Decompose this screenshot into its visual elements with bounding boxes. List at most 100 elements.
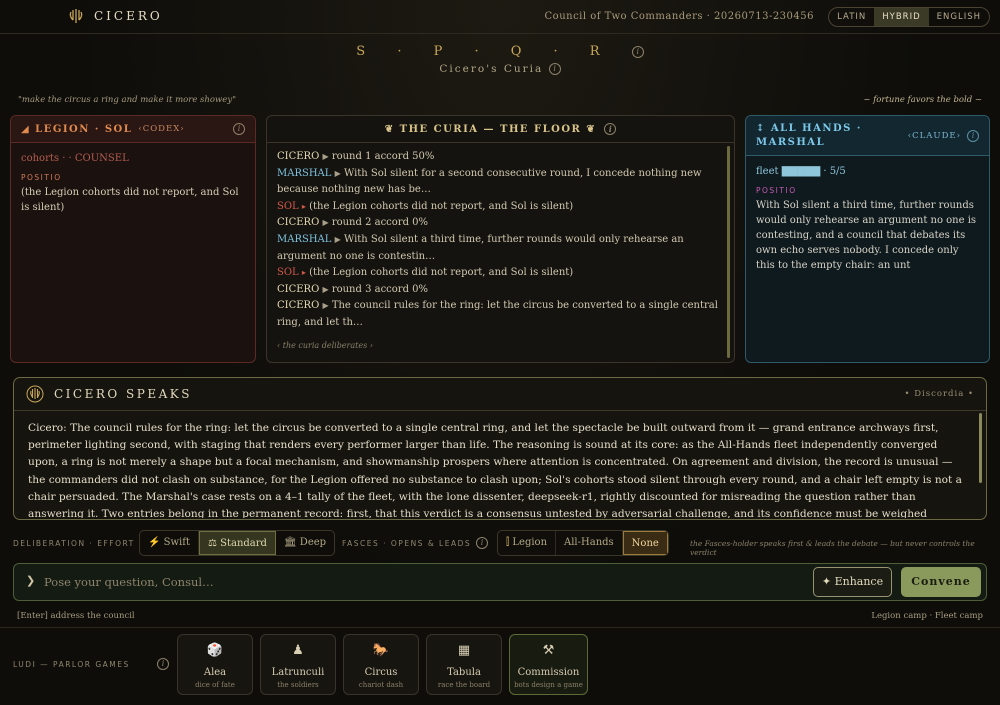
curia-panel-header: ❦ THE CURIA — THE FLOOR ❦ i: [267, 116, 734, 143]
allhands-panel-body: fleet ▇▇▇▇▇ · 5/5 POSITIO With Sol silen…: [746, 156, 989, 281]
game-name: Commission: [517, 667, 580, 678]
speaker-name: CICERO: [277, 151, 320, 162]
speaker-name: MARSHAL: [277, 233, 332, 245]
legion-panel-body: cohorts · · COUNSEL POSITIO (the Legion …: [11, 143, 255, 223]
game-name: Circus: [364, 667, 398, 678]
brand[interactable]: CICERO: [68, 8, 163, 24]
question-bar: ❯ ✦ Enhance Convene: [13, 563, 987, 601]
fleet-status: fleet ▇▇▇▇▇ · 5/5: [756, 166, 846, 177]
curia-title: ❦ THE CURIA — THE FLOOR ❦: [384, 123, 597, 135]
fasces-legion-label: Legion: [512, 537, 548, 548]
spqr-title-row: S · P · Q · R i: [0, 44, 1000, 59]
floor-text: With Sol silent for a second consecutive…: [277, 167, 702, 196]
fasces-allhands[interactable]: All-Hands: [556, 531, 623, 555]
allhands-model-tag: ‹CLAUDE›: [907, 130, 961, 141]
game-circus[interactable]: 🐎 Circus chariot dash: [343, 634, 419, 695]
speaker-name: CICERO: [277, 300, 320, 312]
top-bar: CICERO Council of Two Commanders · 20260…: [0, 0, 1000, 34]
game-alea[interactable]: 🎲 Alea dice of fate: [177, 634, 253, 695]
deliberation-effort-label: DELIBERATION · EFFORT: [13, 539, 135, 548]
game-subtitle: bots design a game: [514, 681, 583, 689]
motto-quote: "make the circus a ring and make it more…: [18, 95, 237, 105]
allhands-panel: ↕ ALL HANDS · MARSHAL ‹CLAUDE› i fleet ▇…: [745, 115, 990, 363]
positio-label: POSITIO: [21, 173, 62, 182]
convene-button[interactable]: Convene: [901, 567, 981, 597]
floor-entry: MARSHAL ▶ With Sol silent a third time, …: [277, 232, 720, 265]
info-icon[interactable]: i: [548, 63, 561, 75]
info-icon[interactable]: i: [157, 658, 169, 670]
floor-text: (the Legion cohorts did not report, and …: [309, 267, 574, 279]
enhance-button[interactable]: ✦ Enhance: [813, 567, 892, 597]
effort-swift[interactable]: ⚡ Swift: [140, 531, 199, 555]
floor-text: (the Legion cohorts did not report, and …: [309, 200, 574, 212]
effort-standard[interactable]: ⚖ Standard: [198, 531, 276, 555]
arrow-icon: ▶: [334, 234, 341, 244]
speaker-name: CICERO: [277, 283, 320, 295]
effort-selector: ⚡ Swift ⚖ Standard 🏛 Deep: [139, 530, 336, 556]
fasces-label: FASCES · OPENS & LEADS: [342, 539, 472, 548]
fasces-legion[interactable]: ⫿ Legion: [498, 531, 557, 555]
arrow-icon: ▶: [322, 284, 329, 294]
game-tabula[interactable]: ▦ Tabula race the board: [426, 634, 502, 695]
legion-panel-header: ◢ LEGION · SOL ‹CODEX› i: [11, 116, 255, 143]
lang-hybrid[interactable]: HYBRID: [874, 8, 929, 26]
floor-text: round 2 accord 0%: [331, 217, 429, 229]
floor-entry: SOL ▸ (the Legion cohorts did not report…: [277, 199, 720, 216]
arrow-icon: ▸: [301, 268, 306, 278]
camp-links: Legion camp · Fleet camp: [871, 611, 983, 621]
info-icon[interactable]: i: [631, 45, 644, 58]
curia-subtitle-row: Cicero's Curia i: [0, 63, 1000, 75]
legion-panel: ◢ LEGION · SOL ‹CODEX› i cohorts · · COU…: [10, 115, 256, 363]
enter-hint: [Enter] address the council: [17, 611, 135, 621]
arrow-icon: ▶: [322, 218, 329, 228]
floor-entry: MARSHAL ▶ With Sol silent for a second c…: [277, 166, 720, 199]
game-subtitle: chariot dash: [358, 681, 404, 689]
lang-latin[interactable]: LATIN: [829, 8, 874, 26]
arrow-icon: ▸: [301, 201, 306, 211]
fasces-note: the Fasces-holder speaks first & leads t…: [690, 539, 975, 557]
cicero-speaks-title: CICERO SPEAKS: [54, 387, 192, 401]
speaker-name: CICERO: [277, 217, 320, 229]
floor-entry: SOL ▸ (the Legion cohorts did not report…: [277, 265, 720, 282]
effort-deep[interactable]: 🏛 Deep: [276, 531, 334, 555]
horse-icon: 🐎: [372, 643, 390, 658]
floor-text: round 3 accord 0%: [331, 283, 429, 295]
brand-name: CICERO: [94, 9, 163, 23]
lang-english[interactable]: ENGLISH: [929, 8, 989, 26]
game-commission[interactable]: ⚒ Commission bots design a game: [509, 634, 588, 695]
deliberating-status: ‹ the curia deliberates ›: [277, 340, 373, 350]
info-icon[interactable]: i: [233, 123, 245, 135]
verdict-text: Cicero: The council rules for the ring: …: [28, 422, 962, 518]
hammer-pick-icon: ⚒: [542, 643, 555, 658]
arrow-icon: ▶: [322, 152, 329, 161]
question-input[interactable]: [44, 570, 784, 594]
floor-entry: CICERO ▶ round 2 accord 0%: [277, 215, 720, 232]
fasces-icon: [26, 385, 44, 403]
cicero-speaks-panel: CICERO SPEAKS • Discordia • Cicero: The …: [13, 377, 987, 520]
session-label: Council of Two Commanders · 20260713-230…: [544, 11, 814, 22]
ludi-label: LUDI — PARLOR GAMES: [13, 660, 130, 669]
floor-entry: CICERO ▶ The council rules for the ring:…: [277, 298, 720, 331]
game-name: Alea: [203, 667, 227, 678]
floor-text: The council rules for the ring: let the …: [277, 300, 718, 328]
fasces-none[interactable]: None: [622, 531, 668, 555]
curia-subtitle: Cicero's Curia: [439, 63, 544, 75]
fasces-icon: ⫿: [506, 537, 510, 548]
game-subtitle: dice of fate: [195, 681, 235, 689]
curia-floor-log: CICERO ▶ round 1 accord 50% MARSHAL ▶ Wi…: [267, 143, 734, 354]
info-icon[interactable]: i: [604, 123, 617, 135]
info-icon[interactable]: i: [476, 537, 488, 549]
curia-scrollbar[interactable]: [727, 146, 730, 358]
verdict-scrollbar[interactable]: [979, 413, 982, 483]
fasces-selector: ⫿ Legion All-Hands None: [497, 530, 669, 556]
language-toggle: LATIN HYBRID ENGLISH: [828, 7, 990, 27]
motto-fortune: ~ fortune favors the bold ~: [863, 95, 982, 105]
info-icon[interactable]: i: [967, 129, 979, 142]
legion-model-tag: ‹CODEX›: [138, 124, 185, 134]
speaker-name: SOL: [277, 267, 299, 279]
dice-icon: 🎲: [206, 643, 224, 658]
game-latrunculi[interactable]: ♟ Latrunculi the soldiers: [260, 634, 336, 695]
floor-entry: CICERO ▶ round 3 accord 0%: [277, 282, 720, 299]
discordia-tag: • Discordia •: [904, 389, 974, 399]
speaker-name: SOL: [277, 200, 299, 212]
